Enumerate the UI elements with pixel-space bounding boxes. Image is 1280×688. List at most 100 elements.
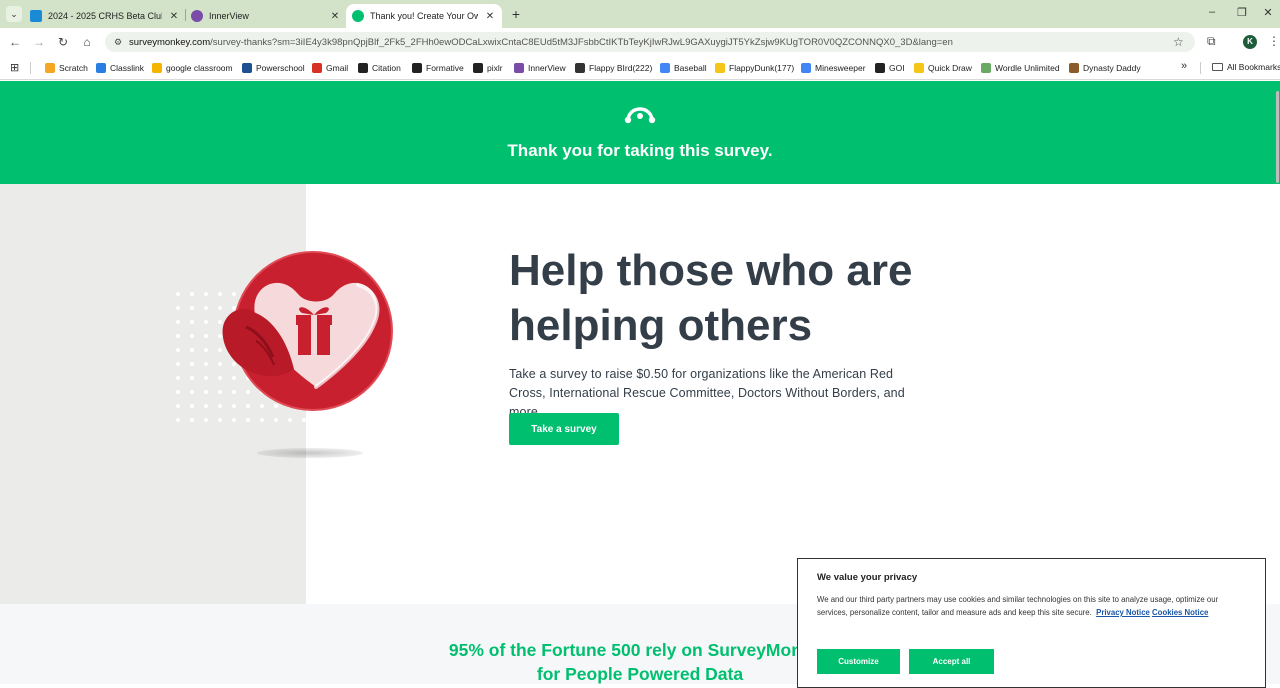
url-text[interactable]: surveymonkey.com/survey-thanks?sm=3iIE4y…	[129, 37, 1159, 48]
bookmark-favicon-icon	[660, 63, 670, 73]
bookmark-item[interactable]: google classroom	[152, 62, 233, 74]
tab-surveymonkey-active[interactable]: Thank you! Create Your Own On ✕	[346, 4, 502, 28]
bookmark-label: Wordle Unlimited	[995, 63, 1060, 73]
bookmark-item[interactable]: Flappy BIrd(222)	[575, 62, 652, 74]
take-a-survey-button[interactable]: Take a survey	[509, 413, 619, 445]
new-tab-button[interactable]: +	[508, 6, 524, 22]
bookmarks-divider	[30, 62, 31, 74]
banner-title: Thank you for taking this survey.	[507, 141, 773, 160]
decorative-dot	[204, 418, 208, 422]
bookmark-star-icon[interactable]: ☆	[1173, 35, 1184, 49]
decorative-dot	[176, 404, 180, 408]
menu-kebab-icon[interactable]: ⋮	[1268, 34, 1280, 48]
decorative-dot	[190, 292, 194, 296]
extensions-icon[interactable]: ⧉	[1207, 34, 1216, 49]
page-scrollbar[interactable]	[1276, 91, 1279, 183]
tab-innerview[interactable]: InnerView ✕	[191, 4, 341, 28]
tab-label: Thank you! Create Your Own On	[370, 11, 478, 21]
bookmark-label: Powerschool	[256, 63, 305, 73]
decorative-dot	[190, 362, 194, 366]
decorative-dot	[190, 418, 194, 422]
bookmark-item[interactable]: Minesweeper	[801, 62, 866, 74]
decorative-dot	[204, 334, 208, 338]
bookmark-item[interactable]: Formative	[412, 62, 464, 74]
bookmark-favicon-icon	[412, 63, 422, 73]
bookmark-label: Quick Draw	[928, 63, 972, 73]
customize-button[interactable]: Customize	[817, 649, 900, 674]
decorative-dot	[204, 320, 208, 324]
privacy-notice-link[interactable]: Privacy Notice	[1096, 608, 1150, 617]
bookmark-label: Gmail	[326, 63, 349, 73]
page-headline: Help those who are helping others	[509, 246, 913, 350]
tab-beta-club[interactable]: 2024 - 2025 CRHS Beta Club ✕	[30, 4, 180, 28]
tab-strip: ⌄ 2024 - 2025 CRHS Beta Club ✕ InnerView…	[0, 0, 1280, 28]
bookmark-item[interactable]: Quick Draw	[914, 62, 972, 74]
illustration-shadow	[257, 448, 363, 458]
bookmark-item[interactable]: pixlr	[473, 62, 503, 74]
decorative-dot	[190, 306, 194, 310]
bookmark-label: Citation	[372, 63, 401, 73]
restore-icon[interactable]: ❐	[1234, 6, 1250, 19]
site-info-icon[interactable]: ⚙	[112, 36, 124, 48]
privacy-banner: We value your privacy We and our third p…	[797, 558, 1266, 688]
all-bookmarks-label: All Bookmarks	[1227, 62, 1280, 72]
home-icon[interactable]: ⌂	[80, 35, 94, 49]
decorative-dot	[204, 376, 208, 380]
bookmark-item[interactable]: Gmail	[312, 62, 348, 74]
close-icon[interactable]: ✕	[329, 11, 341, 22]
bookmark-item[interactable]: Dynasty Daddy	[1069, 62, 1141, 74]
bookmark-favicon-icon	[981, 63, 991, 73]
bookmark-item[interactable]: Powerschool	[242, 62, 305, 74]
decorative-dot	[204, 348, 208, 352]
bookmark-item[interactable]: Baseball	[660, 62, 707, 74]
tab-search-chevron-icon[interactable]: ⌄	[6, 6, 22, 22]
bookmark-label: Dynasty Daddy	[1083, 63, 1141, 73]
decorative-dot	[176, 292, 180, 296]
bookmark-favicon-icon	[96, 63, 106, 73]
decorative-dot	[190, 390, 194, 394]
cookies-notice-link[interactable]: Cookies Notice	[1152, 608, 1208, 617]
close-icon[interactable]: ✕	[484, 11, 496, 22]
bookmark-item[interactable]: FlappyDunk(177)	[715, 62, 794, 74]
decorative-dot	[176, 362, 180, 366]
fortune-heading: 95% of the Fortune 500 rely on SurveyMon…	[448, 640, 832, 684]
bookmark-item[interactable]: GOI	[875, 62, 905, 74]
bookmark-label: google classroom	[166, 63, 233, 73]
close-icon[interactable]: ✕	[168, 11, 180, 22]
privacy-body: We and our third party partners may use …	[817, 593, 1237, 619]
back-icon[interactable]: ←	[8, 35, 22, 49]
all-bookmarks-button[interactable]: All Bookmarks	[1212, 62, 1280, 72]
bookmark-label: Scratch	[59, 63, 88, 73]
more-bookmarks-icon[interactable]: »	[1181, 60, 1187, 72]
close-window-icon[interactable]: ✕	[1260, 6, 1276, 19]
bookmark-favicon-icon	[312, 63, 322, 73]
url-host: surveymonkey.com	[129, 37, 211, 48]
decorative-dot	[190, 334, 194, 338]
bookmark-item[interactable]: Wordle Unlimited	[981, 62, 1060, 74]
decorative-dot	[190, 376, 194, 380]
bookmark-favicon-icon	[514, 63, 524, 73]
bookmark-item[interactable]: InnerView	[514, 62, 566, 74]
profile-avatar[interactable]: K	[1243, 35, 1257, 49]
bookmark-label: Minesweeper	[815, 63, 866, 73]
apps-grid-icon[interactable]: ⊞	[10, 61, 19, 74]
classroom-favicon-icon	[30, 10, 42, 22]
bookmark-favicon-icon	[875, 63, 885, 73]
decorative-dot	[176, 306, 180, 310]
decorative-dot	[190, 348, 194, 352]
decorative-dot	[274, 418, 278, 422]
minimize-icon[interactable]: –	[1204, 6, 1220, 18]
decorative-dot	[260, 418, 264, 422]
bookmark-item[interactable]: Citation	[358, 62, 401, 74]
bookmark-item[interactable]: Scratch	[45, 62, 88, 74]
decorative-dot	[302, 418, 306, 422]
bookmark-label: Formative	[426, 63, 464, 73]
bookmark-favicon-icon	[575, 63, 585, 73]
tab-label: 2024 - 2025 CRHS Beta Club	[48, 11, 162, 21]
reload-icon[interactable]: ↻	[56, 35, 70, 49]
accept-all-button[interactable]: Accept all	[909, 649, 994, 674]
decorative-dot	[176, 334, 180, 338]
forward-icon[interactable]: →	[32, 35, 46, 49]
bookmark-item[interactable]: Classlink	[96, 62, 144, 74]
decorative-dot	[288, 418, 292, 422]
